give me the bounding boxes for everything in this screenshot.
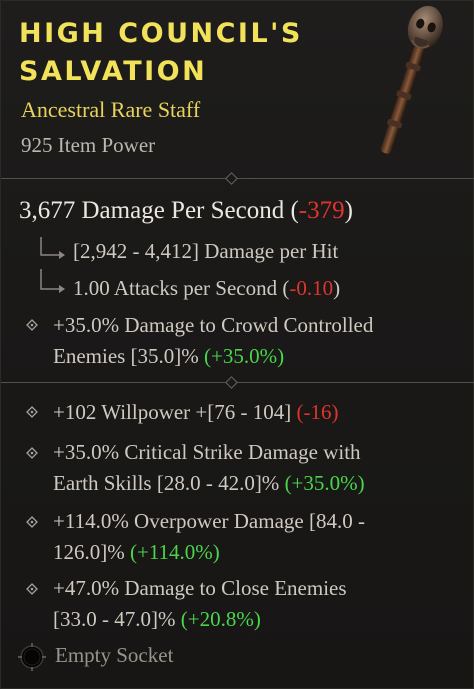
dps-value: 3,677 Damage Per Second — [19, 197, 285, 224]
affix-delta: (+35.0%) — [284, 471, 365, 495]
dps-delta-close: ) — [344, 197, 353, 224]
aps-value: 1.00 Attacks per Second — [73, 276, 278, 300]
diamond-bullet-icon — [26, 583, 38, 595]
damage-per-second: 3,677 Damage Per Second (-379) — [19, 197, 353, 225]
affix-delta: (-16) — [296, 400, 339, 424]
affix-close-enemies-damage: +47.0% Damage to Close Enemies [33.0 - 4… — [53, 573, 463, 635]
section-divider — [1, 172, 474, 185]
tooltip-header: High Council's Salvation Ancestral Rare … — [1, 1, 474, 173]
dps-delta: -379 — [298, 197, 345, 224]
damage-per-hit: [2,942 - 4,412] Damage per Hit — [73, 239, 339, 263]
affix-line: [33.0 - 47.0]% (+20.8%) — [53, 607, 261, 631]
affix-line: 126.0]% (+114.0%) — [53, 540, 220, 564]
skull-staff-icon — [380, 5, 443, 154]
item-name: High Council's Salvation — [19, 18, 303, 87]
diamond-bullet-icon — [26, 406, 38, 418]
empty-socket-label: Empty Socket — [55, 643, 174, 667]
affix-line: +114.0% Overpower Damage [84.0 - — [53, 509, 365, 533]
dps-delta-open: ( — [290, 197, 299, 224]
stat-connector-icon — [40, 269, 65, 293]
affix-critical-strike-damage: +35.0% Critical Strike Damage with Earth… — [53, 437, 463, 499]
implicit-line-1: +35.0% Damage to Crowd Controlled — [53, 313, 374, 337]
item-rarity-type: Ancestral Rare Staff — [21, 97, 201, 122]
affix-line: +47.0% Damage to Close Enemies — [53, 576, 347, 600]
aps-delta: -0.10 — [289, 276, 334, 300]
affix-willpower: +102 Willpower +[76 - 104] (-16) — [53, 397, 463, 428]
diamond-bullet-icon — [26, 447, 38, 459]
affix-line: +102 Willpower +[76 - 104] (-16) — [53, 400, 339, 424]
implicit-affix: +35.0% Damage to Crowd Controlled Enemie… — [53, 310, 463, 372]
empty-socket-icon[interactable] — [17, 642, 47, 672]
affix-delta: (+20.8%) — [180, 607, 261, 631]
affix-overpower-damage: +114.0% Overpower Damage [84.0 - 126.0]%… — [53, 506, 463, 568]
affix-line: +35.0% Critical Strike Damage with — [53, 440, 361, 464]
attacks-per-second: 1.00 Attacks per Second (-0.10) — [73, 276, 340, 301]
affix-line: Earth Skills [28.0 - 42.0]% (+35.0%) — [53, 471, 365, 495]
item-power: 925 Item Power — [21, 133, 156, 157]
section-divider — [1, 376, 474, 389]
affix-delta: (+114.0%) — [130, 540, 220, 564]
implicit-delta: (+35.0%) — [204, 344, 285, 368]
implicit-line-2: Enemies [35.0]% (+35.0%) — [53, 344, 285, 368]
diamond-bullet-icon — [26, 516, 38, 528]
item-tooltip: High Council's Salvation Ancestral Rare … — [0, 0, 474, 689]
diamond-bullet-icon — [26, 319, 38, 331]
aps-delta-close: ) — [333, 276, 341, 300]
